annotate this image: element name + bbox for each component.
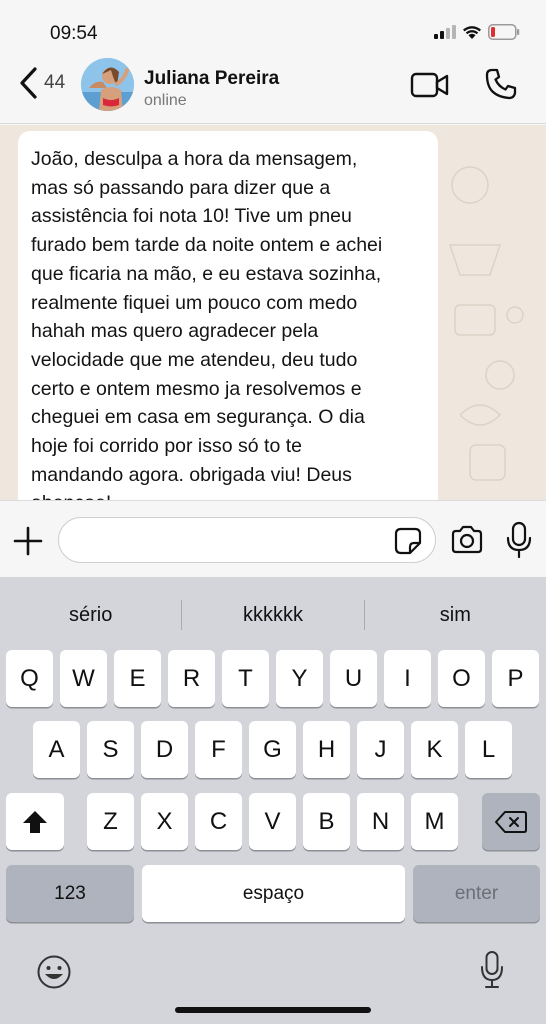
unread-count: 44 bbox=[44, 72, 66, 93]
message-input-bar bbox=[0, 500, 546, 577]
message-line: realmente fiquei um pouco com medo bbox=[31, 291, 358, 314]
key-y[interactable]: Y bbox=[276, 650, 323, 707]
sticker-icon bbox=[394, 527, 422, 555]
wifi-icon bbox=[463, 25, 481, 39]
contact-status: online bbox=[144, 92, 187, 109]
backspace-key[interactable] bbox=[482, 793, 540, 850]
video-call-button[interactable] bbox=[410, 70, 450, 100]
key-p[interactable]: P bbox=[492, 650, 539, 707]
suggestion-item[interactable]: kkkkkk bbox=[182, 597, 363, 633]
message-line: velocidade que me atendeu, deu tudo bbox=[31, 348, 358, 371]
status-bar: 09:54 bbox=[0, 0, 546, 50]
key-h[interactable]: H bbox=[303, 721, 350, 778]
status-time: 09:54 bbox=[50, 23, 98, 44]
phone-icon bbox=[485, 68, 517, 100]
suggestion-bar: sério kkkkkk sim bbox=[0, 597, 546, 633]
key-d[interactable]: D bbox=[141, 721, 188, 778]
sticker-button[interactable] bbox=[393, 526, 423, 556]
chat-header: 44 Juliana Pereira online bbox=[0, 50, 546, 124]
message-field-wrapper bbox=[58, 517, 436, 563]
chevron-left-icon bbox=[20, 67, 37, 99]
status-icons bbox=[434, 24, 520, 40]
message-line: mas só passando para dizer que a bbox=[31, 176, 331, 199]
key-z[interactable]: Z bbox=[87, 793, 134, 850]
message-line: furado bem tarde da noite ontem e achei bbox=[31, 234, 383, 257]
key-s[interactable]: S bbox=[87, 721, 134, 778]
suggestion-item[interactable]: sim bbox=[365, 597, 546, 633]
key-u[interactable]: U bbox=[330, 650, 377, 707]
message-line: hoje foi corrido por isso só to te bbox=[31, 435, 302, 458]
numbers-key[interactable]: 123 bbox=[6, 865, 134, 922]
video-camera-icon bbox=[410, 72, 449, 98]
key-j[interactable]: J bbox=[357, 721, 404, 778]
dictation-button[interactable] bbox=[479, 950, 505, 990]
key-w[interactable]: W bbox=[60, 650, 107, 707]
avatar[interactable] bbox=[81, 58, 134, 111]
key-o[interactable]: O bbox=[438, 650, 485, 707]
emoji-icon bbox=[37, 955, 71, 989]
message-line: que ficaria na mão, e eu estava sozinha, bbox=[31, 262, 382, 285]
message-line: assistência foi nota 10! Tive um pneu bbox=[31, 205, 352, 228]
key-v[interactable]: V bbox=[249, 793, 296, 850]
chat-area[interactable]: João, desculpa a hora da mensagem, mas s… bbox=[0, 125, 546, 500]
message-line: certo e ontem mesmo ja resolvemos e bbox=[31, 377, 362, 400]
camera-button[interactable] bbox=[450, 525, 484, 555]
battery-icon bbox=[488, 24, 520, 40]
avatar-image bbox=[81, 58, 134, 111]
keyboard: sério kkkkkk sim Q W E R T Y U I O P A S… bbox=[0, 577, 546, 1024]
key-n[interactable]: N bbox=[357, 793, 404, 850]
message-line: João, desculpa a hora da mensagem, bbox=[31, 148, 358, 170]
microphone-icon bbox=[506, 521, 532, 559]
key-f[interactable]: F bbox=[195, 721, 242, 778]
message-line: mandando agora. obrigada viu! Deus bbox=[31, 463, 352, 486]
key-t[interactable]: T bbox=[222, 650, 269, 707]
shift-icon bbox=[23, 810, 47, 833]
space-key[interactable]: espaço bbox=[142, 865, 405, 922]
key-a[interactable]: A bbox=[33, 721, 80, 778]
key-e[interactable]: E bbox=[114, 650, 161, 707]
suggestion-item[interactable]: sério bbox=[0, 597, 181, 633]
voice-message-button[interactable] bbox=[505, 521, 533, 559]
plus-icon bbox=[13, 526, 43, 556]
contact-name[interactable]: Juliana Pereira bbox=[144, 68, 279, 90]
key-q[interactable]: Q bbox=[6, 650, 53, 707]
key-k[interactable]: K bbox=[411, 721, 458, 778]
message-input[interactable] bbox=[59, 518, 379, 562]
key-l[interactable]: L bbox=[465, 721, 512, 778]
key-b[interactable]: B bbox=[303, 793, 350, 850]
message-line: hahah mas quero agradecer pela bbox=[31, 320, 319, 343]
enter-key[interactable]: enter bbox=[413, 865, 540, 922]
home-indicator[interactable] bbox=[175, 1007, 371, 1013]
attach-button[interactable] bbox=[12, 525, 44, 557]
key-m[interactable]: M bbox=[411, 793, 458, 850]
key-x[interactable]: X bbox=[141, 793, 188, 850]
back-button[interactable]: 44 bbox=[18, 66, 65, 100]
message-bubble[interactable]: João, desculpa a hora da mensagem, mas s… bbox=[18, 131, 438, 500]
key-i[interactable]: I bbox=[384, 650, 431, 707]
emoji-button[interactable] bbox=[36, 954, 72, 990]
key-g[interactable]: G bbox=[249, 721, 296, 778]
message-line: cheguei em casa em segurança. O dia bbox=[31, 406, 365, 429]
key-r[interactable]: R bbox=[168, 650, 215, 707]
camera-icon bbox=[451, 525, 483, 554]
shift-key[interactable] bbox=[6, 793, 64, 850]
key-c[interactable]: C bbox=[195, 793, 242, 850]
dictation-microphone-icon bbox=[481, 951, 503, 988]
backspace-icon bbox=[495, 810, 527, 833]
message-line: abençoe! bbox=[31, 489, 425, 500]
voice-call-button[interactable] bbox=[483, 66, 519, 102]
signal-icon bbox=[434, 25, 456, 39]
